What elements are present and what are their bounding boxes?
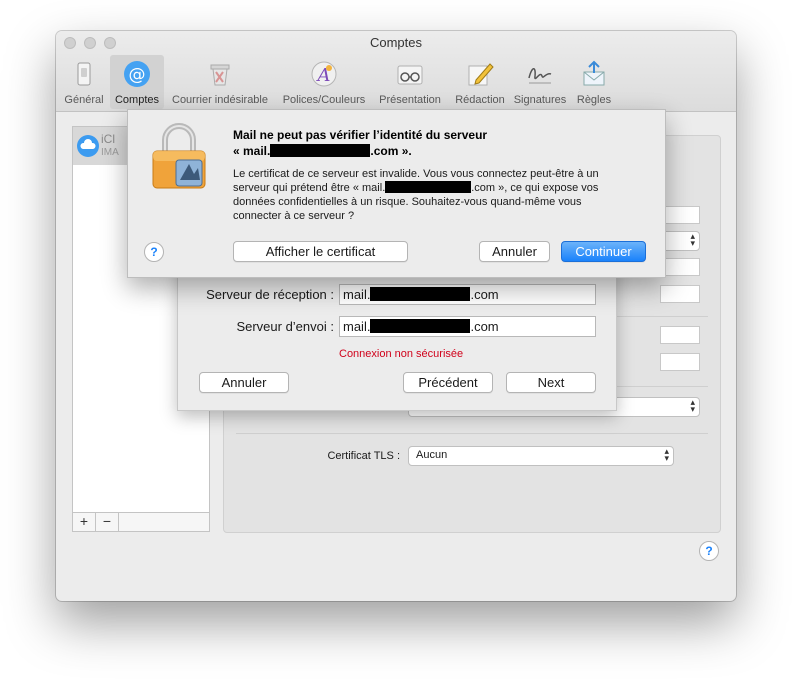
settings-popup-1[interactable]: ▴ ▾ [660,231,700,251]
remove-account-button[interactable]: − [96,513,119,531]
previous-button[interactable]: Précédent [403,372,493,393]
show-certificate-button[interactable]: Afficher le certificat [233,241,408,262]
incoming-server-field[interactable]: mail. .com [339,284,596,305]
alert-help-button[interactable]: ? [144,242,164,262]
tab-rules-label: Règles [576,94,612,106]
tab-viewing-label: Présentation [379,94,441,106]
signature-icon [528,68,552,84]
alert-message: Le certificat de ce serveur est invalide… [233,167,643,223]
glasses-icon [397,65,423,85]
tls-certificate-popup[interactable]: Aucun ▴ ▾ [408,446,674,466]
outgoing-server-prefix: mail. [343,319,371,334]
outgoing-server-field[interactable]: mail. .com [339,316,596,337]
next-button[interactable]: Next [506,372,596,393]
updown-icon: ▴ ▾ [690,231,695,248]
cloud-icon [77,135,99,157]
redacted-text [370,319,471,333]
alert-title-line2: « mail. .com ». [233,143,653,159]
trash-bin-icon [210,64,230,86]
divider [236,433,708,434]
tab-fonts-colors[interactable]: A Polices/Couleurs [278,55,370,109]
redacted-text [385,181,472,193]
alert-body-line4: connecter à ce serveur ? [233,210,355,222]
toolbar: Comptes Général @ Comptes Courrier indés… [56,31,736,112]
tab-signatures-label: Signatures [513,94,567,106]
tab-composing[interactable]: Rédaction [449,55,511,109]
alert-title-line1: Mail ne peut pas vérifier l’identité du … [233,128,488,142]
setup-cancel-button[interactable]: Annuler [199,372,289,393]
tab-accounts[interactable]: @ Comptes [110,55,164,109]
lock-icon [152,123,206,189]
at-sign-icon: @ [124,61,150,87]
svg-text:@: @ [129,65,146,85]
tab-fonts-colors-label: Polices/Couleurs [282,94,366,106]
alert-cancel-button[interactable]: Annuler [479,241,550,262]
window-title: Comptes [369,35,423,50]
updown-icon: ▴ ▾ [664,446,669,463]
redacted-text [270,144,371,157]
pencil-paper-icon [468,63,494,86]
insecure-connection-warning: Connexion non sécurisée [339,348,464,360]
alert-body-line3: données confidentielles à un risque. Sou… [233,196,582,208]
tab-signatures[interactable]: Signatures [510,55,570,109]
continue-button[interactable]: Continuer [561,241,646,262]
tls-certificate-value: Aucun [416,449,448,461]
tab-rules[interactable]: Règles [570,55,618,109]
alert-title-suffix: .com ». [370,144,412,158]
tab-composing-label: Rédaction [455,94,505,106]
tab-general-label: Général [64,94,104,106]
incoming-server-label: Serveur de réception : [206,287,334,302]
redacted-text [370,287,471,301]
window-help-button[interactable]: ? [699,541,719,561]
tab-viewing[interactable]: Présentation [374,55,446,109]
list-buttons-bar: + − [72,512,210,532]
fonts-colors-icon: A [311,61,337,87]
account-name: iCl [101,132,115,146]
settings-field-2[interactable] [660,258,700,276]
alert-title-prefix: « mail. [233,144,271,158]
updown-icon: ▴ ▾ [690,397,695,414]
add-account-button[interactable]: + [73,513,96,531]
settings-field-5[interactable] [660,353,700,371]
alert-title: Mail ne peut pas vérifier l’identité du … [233,127,653,159]
alert-body-prefix: serveur qui prétend être « mail. [233,182,386,194]
preferences-window: Comptes Général @ Comptes Courrier indés… [56,31,736,601]
settings-field-3[interactable] [660,285,700,303]
alert-body-suffix: .com », ce qui expose vos [471,182,599,194]
certificate-alert-dialog: Mail ne peut pas vérifier l’identité du … [127,109,666,278]
tab-general[interactable]: Général [62,55,106,109]
general-switch-icon [77,62,91,86]
settings-field-1[interactable] [660,206,700,224]
incoming-server-suffix: .com [470,287,499,302]
tab-accounts-label: Comptes [114,94,160,106]
outgoing-server-label: Serveur d’envoi : [236,319,334,334]
incoming-server-prefix: mail. [343,287,371,302]
outgoing-server-suffix: .com [470,319,499,334]
settings-field-4[interactable] [660,326,700,344]
tab-junk-mail-label: Courrier indésirable [172,94,268,106]
alert-body-line1: Le certificat de ce serveur est invalide… [233,168,599,180]
tls-certificate-label: Certificat TLS : [327,450,400,462]
rules-envelope-icon [583,60,605,86]
alert-body-line2: serveur qui prétend être « mail. .com », … [233,181,643,195]
account-type: IMA [101,147,119,158]
tab-junk-mail[interactable]: Courrier indésirable [167,55,273,109]
